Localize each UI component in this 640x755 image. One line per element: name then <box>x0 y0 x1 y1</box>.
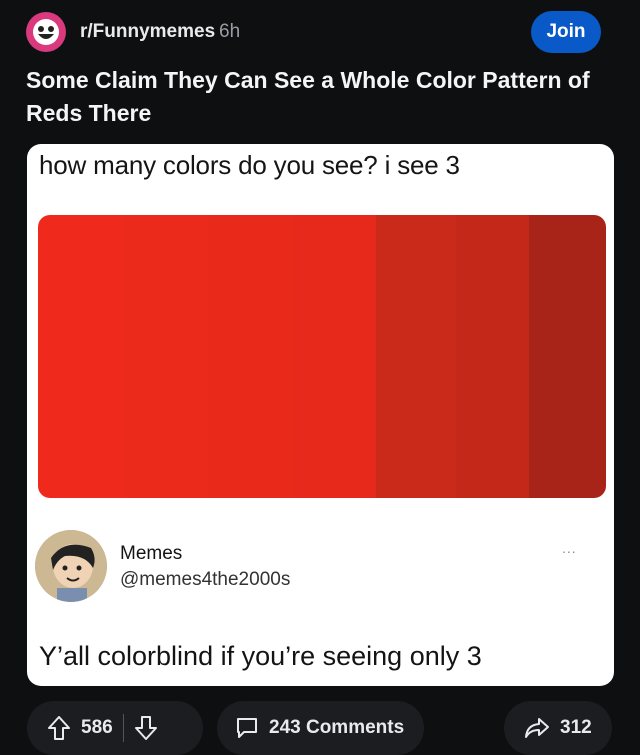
share-count: 312 <box>560 717 592 738</box>
tweet-text: Y’all colorblind if you’re seeing only 3 <box>39 641 482 671</box>
upvote-count: 586 <box>81 717 113 738</box>
smiley-icon <box>33 19 59 45</box>
subreddit-name[interactable]: r/Funnymemes <box>80 21 215 43</box>
post-header: r/Funnymemes 6h Join <box>0 0 640 64</box>
join-button[interactable]: Join <box>531 11 601 53</box>
share-button[interactable]: 312 <box>504 701 612 755</box>
swatch-segment <box>208 215 293 498</box>
subreddit-avatar[interactable] <box>26 12 66 52</box>
comments-count: 243 Comments <box>269 717 405 738</box>
comments-button[interactable]: 243 Comments <box>217 701 424 755</box>
swatch-segment <box>293 215 376 498</box>
image-question: how many colors do you see? i see 3 <box>39 150 460 180</box>
post-title[interactable]: Some Claim They Can See a Whole Color Pa… <box>26 64 616 130</box>
vote-bar: 586 <box>27 701 203 755</box>
swatch-segment <box>38 215 123 498</box>
swatch-segment <box>529 215 606 498</box>
swatch-segment <box>376 215 456 498</box>
cartoon-avatar-icon <box>35 530 107 602</box>
share-icon <box>524 716 550 740</box>
more-options-icon: ... <box>562 540 577 556</box>
vote-divider <box>122 714 124 742</box>
upvote-icon[interactable] <box>47 715 71 741</box>
red-swatch <box>38 215 606 498</box>
post-image[interactable]: how many colors do you see? i see 3 Meme… <box>27 144 614 686</box>
swatch-segment <box>123 215 208 498</box>
swatch-segment <box>456 215 529 498</box>
tweet-avatar <box>35 530 107 602</box>
post-age: 6h <box>219 21 241 42</box>
tweet-author-name: Memes <box>120 543 183 564</box>
downvote-icon[interactable] <box>134 715 158 741</box>
comment-icon <box>235 716 259 740</box>
tweet-author-handle: @memes4the2000s <box>120 569 291 590</box>
